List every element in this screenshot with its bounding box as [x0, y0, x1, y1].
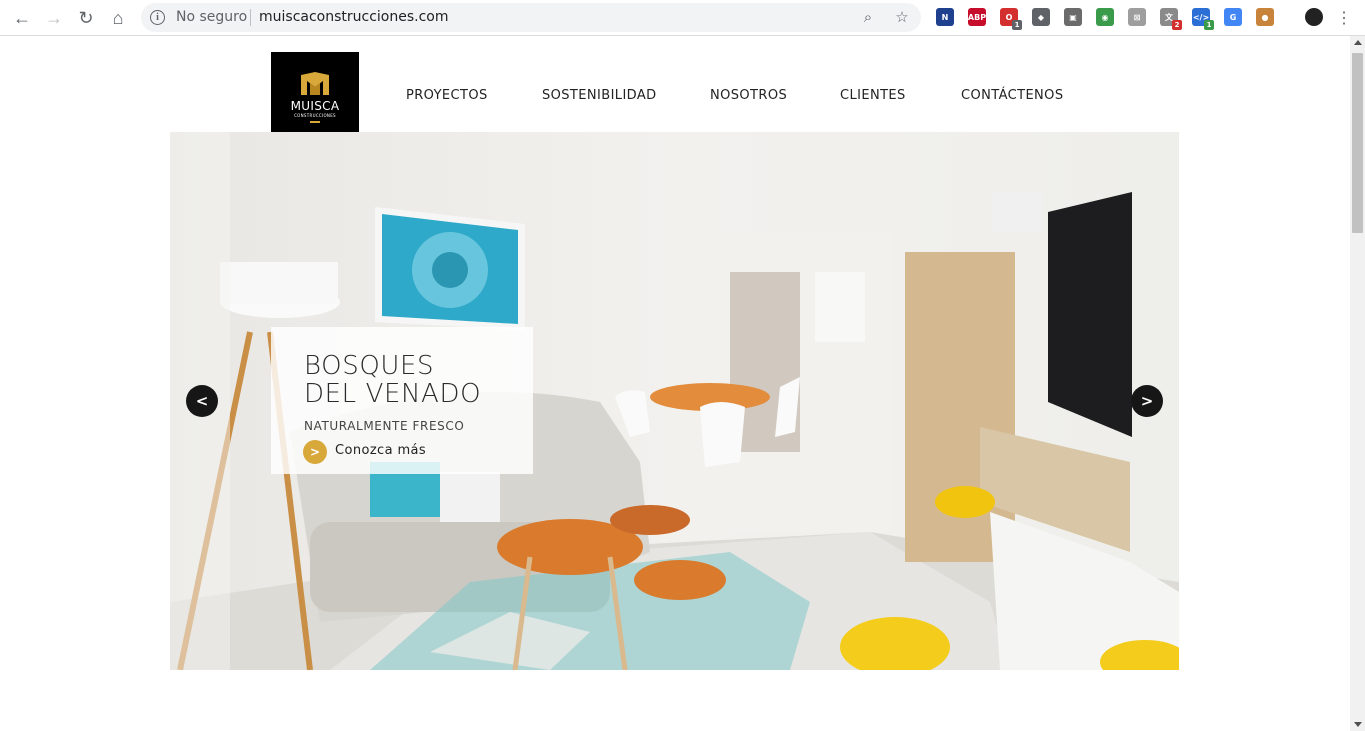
logo-subtitle: CONSTRUCCIONES: [294, 113, 336, 118]
muisca-emblem-icon: [301, 72, 329, 95]
extension-badge: 1: [1204, 20, 1214, 30]
scroll-down-icon[interactable]: [1354, 722, 1362, 727]
zoom-icon[interactable]: ⌕: [858, 7, 878, 27]
cta-link[interactable]: Conozca más: [335, 443, 426, 458]
address-divider: [250, 9, 251, 26]
scroll-up-icon[interactable]: [1354, 40, 1362, 45]
n-ext-icon[interactable]: N: [936, 8, 954, 26]
opera-icon[interactable]: O1: [1000, 8, 1022, 30]
slide-caption: BOSQUES DEL VENADO NATURALMENTE FRESCO >…: [271, 327, 533, 474]
slide-title: BOSQUES DEL VENADO: [304, 352, 481, 408]
nav-nosotros[interactable]: NOSOTROS: [710, 88, 787, 108]
adblock-icon[interactable]: ABP: [968, 8, 986, 26]
back-icon[interactable]: ←: [10, 6, 34, 30]
slider-next-button[interactable]: >: [1131, 385, 1163, 417]
site-logo[interactable]: MUISCA CONSTRUCCIONES: [271, 52, 359, 140]
slider-prev-button[interactable]: <: [186, 385, 218, 417]
browser-toolbar: ← → ↻ ⌂ i No seguro muiscaconstrucciones…: [0, 0, 1365, 36]
info-icon[interactable]: i: [150, 10, 165, 25]
webpage: MUISCA CONSTRUCCIONES PROYECTOS SOSTENIB…: [0, 36, 1350, 731]
reload-icon[interactable]: ↻: [74, 6, 98, 30]
google-translate-icon[interactable]: G: [1224, 8, 1242, 26]
pdf-ext-icon[interactable]: ⊠: [1128, 8, 1146, 26]
scrollbar-thumb[interactable]: [1352, 53, 1363, 233]
cookie-icon[interactable]: ●: [1256, 8, 1274, 26]
code-ext-icon[interactable]: </> 1: [1192, 8, 1214, 30]
extension-badge: 1: [1012, 20, 1022, 30]
security-label[interactable]: No seguro: [176, 9, 247, 25]
cta-arrow-icon[interactable]: >: [303, 440, 327, 464]
logo-accent-bar: [310, 121, 320, 123]
shield-ext-icon[interactable]: ◆: [1032, 8, 1050, 26]
nav-proyectos[interactable]: PROYECTOS: [406, 88, 488, 108]
slide-title-line1: BOSQUES: [304, 351, 435, 381]
color-picker-icon[interactable]: ◉: [1096, 8, 1114, 26]
extension-badge: 2: [1172, 20, 1182, 30]
slide-title-line2: DEL VENADO: [304, 379, 482, 409]
nav-contactenos[interactable]: CONTÁCTENOS: [961, 88, 1063, 108]
home-icon[interactable]: ⌂: [106, 6, 130, 30]
logo-name: MUISCA: [290, 99, 340, 113]
bag-ext-icon[interactable]: ▣: [1064, 8, 1082, 26]
url-text[interactable]: muiscaconstrucciones.com: [259, 9, 449, 25]
bookmark-star-icon[interactable]: ☆: [892, 7, 912, 27]
address-bar[interactable]: i No seguro muiscaconstrucciones.com ⌕ ☆: [141, 3, 921, 32]
forward-icon[interactable]: →: [42, 6, 66, 30]
slide-subtitle: NATURALMENTE FRESCO: [304, 419, 465, 433]
page-scrollbar[interactable]: [1350, 36, 1365, 731]
profile-avatar[interactable]: [1305, 8, 1323, 26]
nav-sostenibilidad[interactable]: SOSTENIBILIDAD: [542, 88, 657, 108]
menu-kebab-icon[interactable]: ⋮: [1332, 6, 1356, 30]
translate-ext-icon[interactable]: 文2: [1160, 8, 1182, 30]
nav-clientes[interactable]: CLIENTES: [840, 88, 906, 108]
